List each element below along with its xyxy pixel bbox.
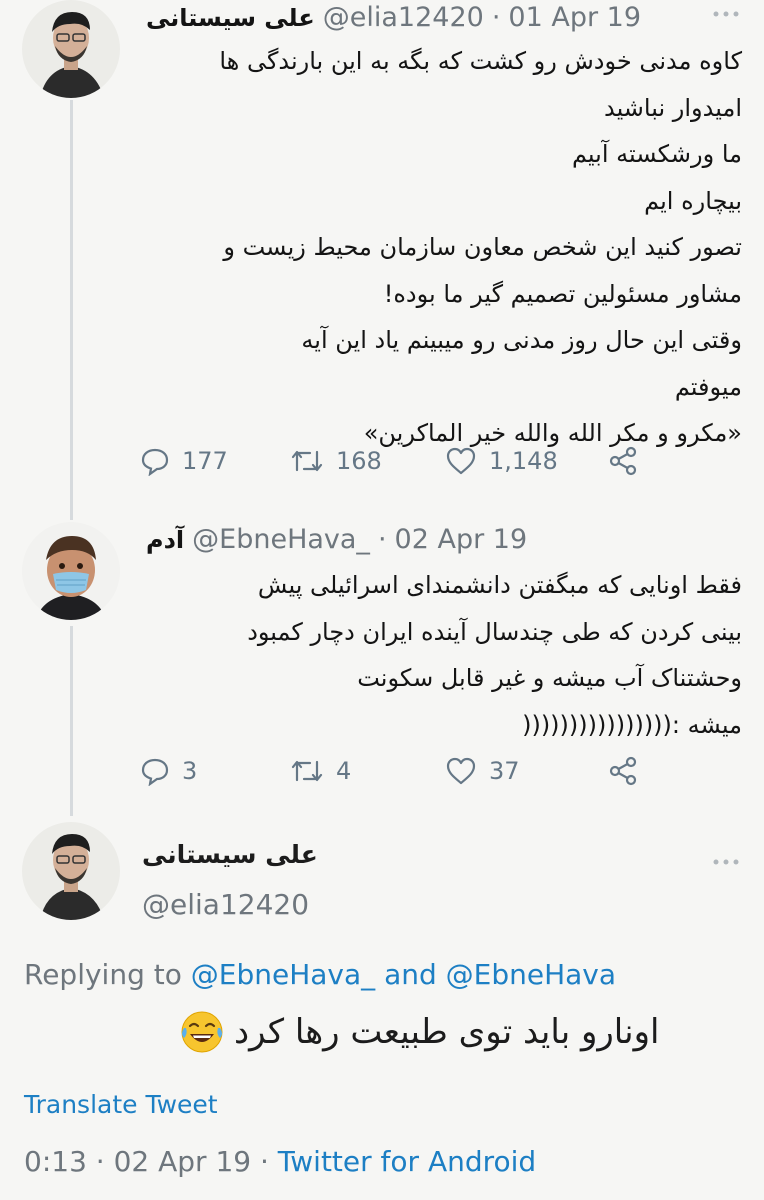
tears-of-joy-emoji bbox=[181, 1011, 223, 1053]
replying-and[interactable]: and bbox=[384, 958, 437, 991]
retweet-icon bbox=[291, 760, 323, 782]
display-name[interactable]: علی سیستانی bbox=[146, 4, 315, 32]
reply-count: 177 bbox=[182, 447, 228, 475]
tweet-text: کاوه مدنی خودش رو کشت که بگه به این بارن… bbox=[219, 38, 742, 457]
source-app-link[interactable]: Twitter for Android bbox=[278, 1145, 536, 1178]
tweet-actions: 3 4 37 bbox=[140, 756, 740, 786]
heart-icon bbox=[446, 447, 476, 475]
tweet-line: مشاور مسئولین تصمیم گیر ما بوده! bbox=[383, 279, 742, 308]
retweet-button[interactable]: 4 bbox=[290, 756, 445, 786]
tweet-actions: 177 168 1,148 bbox=[140, 446, 740, 476]
time[interactable]: 0:13 bbox=[24, 1145, 87, 1178]
date[interactable]: 01 Apr 19 bbox=[508, 2, 641, 33]
handle[interactable]: @EbneHava_ bbox=[192, 524, 370, 555]
date[interactable]: 02 Apr 19 bbox=[114, 1145, 252, 1178]
retweet-icon bbox=[291, 450, 323, 472]
tweet-line: میشه :(((((((((((((((( bbox=[522, 710, 742, 739]
mention-link[interactable]: @EbneHava bbox=[446, 958, 616, 991]
handle[interactable]: @elia12420 bbox=[323, 2, 484, 33]
more-icon[interactable] bbox=[712, 8, 740, 20]
more-icon[interactable] bbox=[712, 856, 740, 868]
avatar[interactable] bbox=[22, 0, 120, 98]
date[interactable]: 02 Apr 19 bbox=[395, 524, 528, 555]
thread-line bbox=[70, 100, 73, 520]
reply-button[interactable]: 177 bbox=[140, 446, 290, 476]
display-name[interactable]: آدم bbox=[146, 526, 184, 554]
mention-link[interactable]: @EbneHava_ bbox=[191, 958, 375, 991]
reply-icon bbox=[141, 448, 169, 476]
reply-count: 3 bbox=[182, 757, 198, 785]
tweet-header: آدم @EbneHava_ · 02 Apr 19 bbox=[146, 524, 527, 555]
display-name[interactable]: علی سیستانی bbox=[142, 840, 318, 869]
reply-icon bbox=[141, 758, 169, 786]
separator: · bbox=[377, 524, 387, 555]
retweet-count: 4 bbox=[336, 757, 352, 785]
main-tweet-text: اونارو باید توی طبیعت رها کرد bbox=[178, 1008, 660, 1056]
separator: · bbox=[86, 1145, 114, 1178]
replying-to: Replying to @EbneHava_ and @EbneHava bbox=[24, 958, 616, 991]
tweet-header: علی سیستانی @elia12420 · 01 Apr 19 bbox=[146, 2, 641, 33]
share-button[interactable] bbox=[608, 446, 638, 476]
separator: · bbox=[491, 2, 501, 33]
tweet-line: میوفتم bbox=[674, 372, 742, 401]
tweet-line: امیدوار نباشید bbox=[603, 93, 742, 122]
like-button[interactable]: 1,148 bbox=[445, 446, 600, 476]
reply-button[interactable]: 3 bbox=[140, 756, 290, 786]
heart-icon bbox=[446, 757, 476, 785]
tweet-line: ما ورشکسته آبیم bbox=[571, 140, 742, 168]
avatar[interactable] bbox=[22, 522, 120, 620]
replying-prefix: Replying to bbox=[24, 958, 182, 991]
tweet-line: بیچاره ایم bbox=[644, 186, 742, 215]
like-count: 37 bbox=[489, 757, 520, 785]
handle[interactable]: @elia12420 bbox=[142, 888, 309, 921]
tweet-line: بینی کردن که طی چندسال آینده ایران دچار … bbox=[247, 617, 742, 646]
avatar[interactable] bbox=[22, 822, 120, 920]
tweet-line: کاوه مدنی خودش رو کشت که بگه به این بارن… bbox=[219, 47, 742, 75]
share-button[interactable] bbox=[608, 756, 638, 786]
share-icon bbox=[609, 756, 637, 786]
tweet-text: فقط اونایی که مبگفتن دانشمندای اسرائیلی … bbox=[247, 562, 742, 748]
like-button[interactable]: 37 bbox=[445, 756, 600, 786]
tweet-line: تصور کنید این شخص معاون سازمان محیط زیست… bbox=[223, 233, 742, 261]
thread-line bbox=[70, 626, 73, 816]
tweet-line: فقط اونایی که مبگفتن دانشمندای اسرائیلی … bbox=[257, 571, 742, 599]
like-count: 1,148 bbox=[489, 447, 558, 475]
tweet-timestamp: 0:13 · 02 Apr 19 · Twitter for Android bbox=[24, 1145, 536, 1178]
share-icon bbox=[609, 446, 637, 476]
retweet-count: 168 bbox=[336, 447, 382, 475]
tweet-line: وقتی این حال روز مدنی رو میبینم یاد این … bbox=[301, 326, 742, 354]
tweet-text: اونارو باید توی طبیعت رها کرد bbox=[234, 1012, 660, 1052]
retweet-button[interactable]: 168 bbox=[290, 446, 445, 476]
translate-tweet-link[interactable]: Translate Tweet bbox=[24, 1090, 218, 1119]
separator: · bbox=[251, 1145, 278, 1178]
tweet-line: وحشتناک آب میشه و غیر قابل سکونت bbox=[357, 664, 742, 692]
